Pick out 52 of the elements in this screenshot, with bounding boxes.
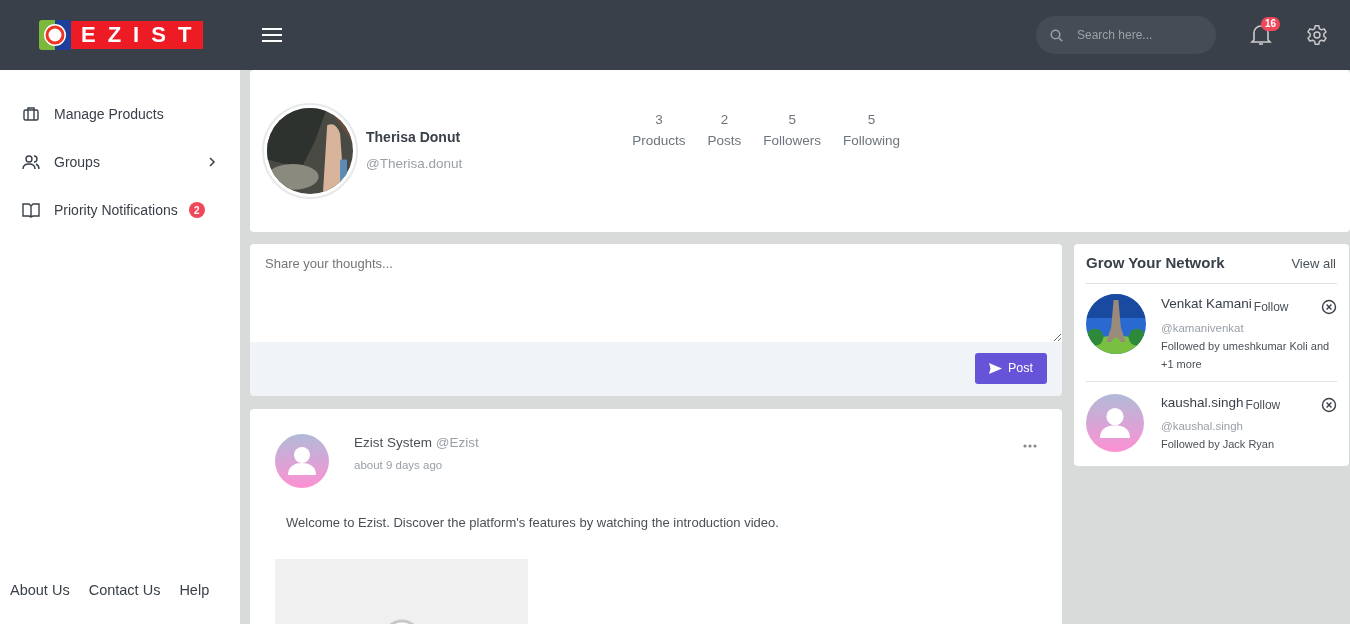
sidebar-item[interactable]: Groups (0, 138, 240, 186)
search-input[interactable]: Search here... (1075, 25, 1195, 45)
post-time: about 9 days ago (354, 458, 444, 473)
avatar-icon (1086, 393, 1144, 452)
stat-value: 2 (719, 111, 730, 129)
settings-icon[interactable] (1306, 24, 1328, 46)
profile-handle: @Therisa.donut (366, 155, 463, 174)
avatar-icon (275, 433, 329, 488)
post-button[interactable]: Post (975, 353, 1047, 384)
search-field[interactable]: Search here... (1036, 16, 1216, 54)
stat-value: 3 (654, 111, 664, 129)
count-badge: 2 (188, 202, 205, 218)
person-name: Venkat Kamani (1161, 295, 1252, 314)
stat-label: Products (632, 132, 686, 150)
briefcase-icon (22, 105, 40, 123)
people-icon (22, 153, 40, 171)
footer-link[interactable]: About Us (10, 580, 70, 602)
network-title: Grow Your Network (1086, 253, 1225, 273)
thoughts-field[interactable]: Share your thoughts... (250, 244, 1062, 342)
followed-by-text: Followed by umeshkumar Koli and +1 more (1161, 338, 1331, 372)
stat-label: Followers (763, 132, 822, 150)
sidebar-label: Priority Notifications (54, 200, 178, 220)
stat-label: Following (843, 132, 901, 150)
sidebar-label: Manage Products (54, 104, 164, 124)
more-icon[interactable] (1023, 443, 1037, 448)
menu-icon[interactable] (261, 26, 284, 44)
sidebar-item[interactable]: Manage Products (0, 90, 240, 138)
book-icon (22, 201, 40, 219)
view-all-link[interactable]: View all (1291, 253, 1336, 273)
sidebar-item[interactable]: Priority Notifications 2 (0, 186, 240, 234)
logo: EZIST (39, 20, 204, 50)
search-icon (1050, 28, 1063, 42)
person-handle: @kaushal.singh (1161, 418, 1244, 434)
footer-link[interactable]: Help (179, 580, 210, 602)
stat-value: 5 (866, 111, 877, 129)
stat-label: Posts (707, 132, 742, 150)
close-icon[interactable] (1321, 298, 1337, 315)
send-icon (989, 362, 1002, 374)
sidebar-label: Groups (54, 152, 100, 172)
follow-link[interactable]: Follow (1245, 395, 1281, 414)
post-text: Welcome to Ezist. Discover the platform's features by watching the introduction video. (285, 513, 780, 532)
followed-by-text: Followed by Jack Ryan (1161, 437, 1276, 452)
post-author: Ezist System @Ezist (354, 433, 479, 452)
follow-link[interactable]: Follow (1253, 297, 1289, 316)
close-icon[interactable] (1321, 396, 1337, 413)
stat-value: 5 (787, 111, 797, 129)
notification-count: 16 (1260, 17, 1280, 31)
footer-link[interactable]: Contact Us (88, 580, 161, 602)
person-name: kaushal.singh (1161, 393, 1244, 412)
person-handle: @kamanivenkat (1161, 320, 1245, 336)
profile-name: Therisa Donut (366, 128, 462, 148)
logo-icon (39, 20, 71, 50)
